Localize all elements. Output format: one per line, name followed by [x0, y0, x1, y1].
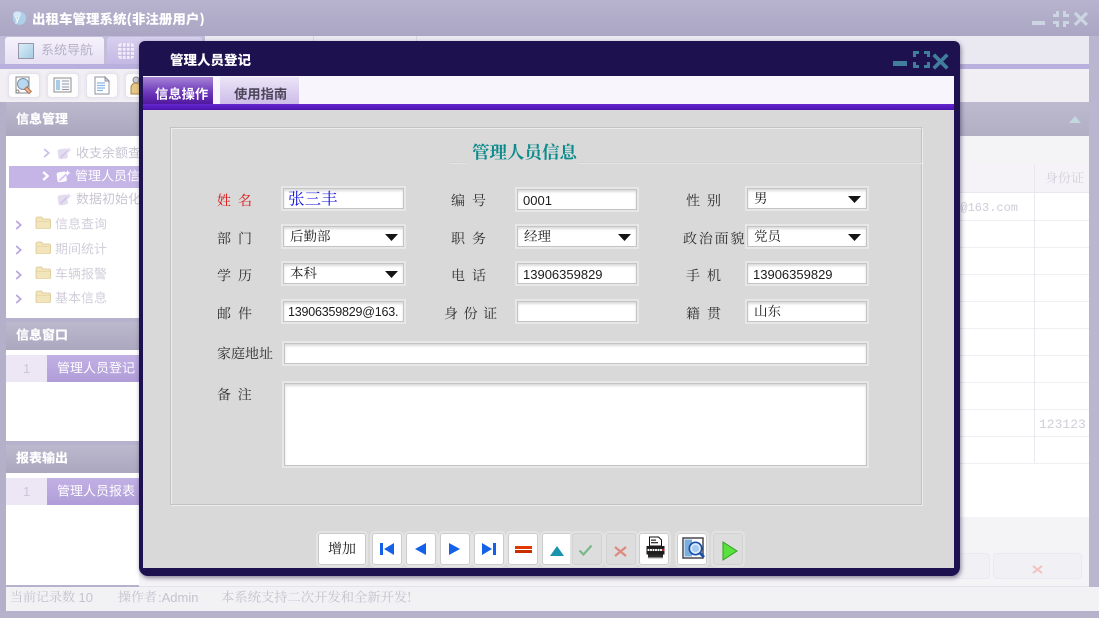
- svg-text:y: y: [15, 14, 20, 24]
